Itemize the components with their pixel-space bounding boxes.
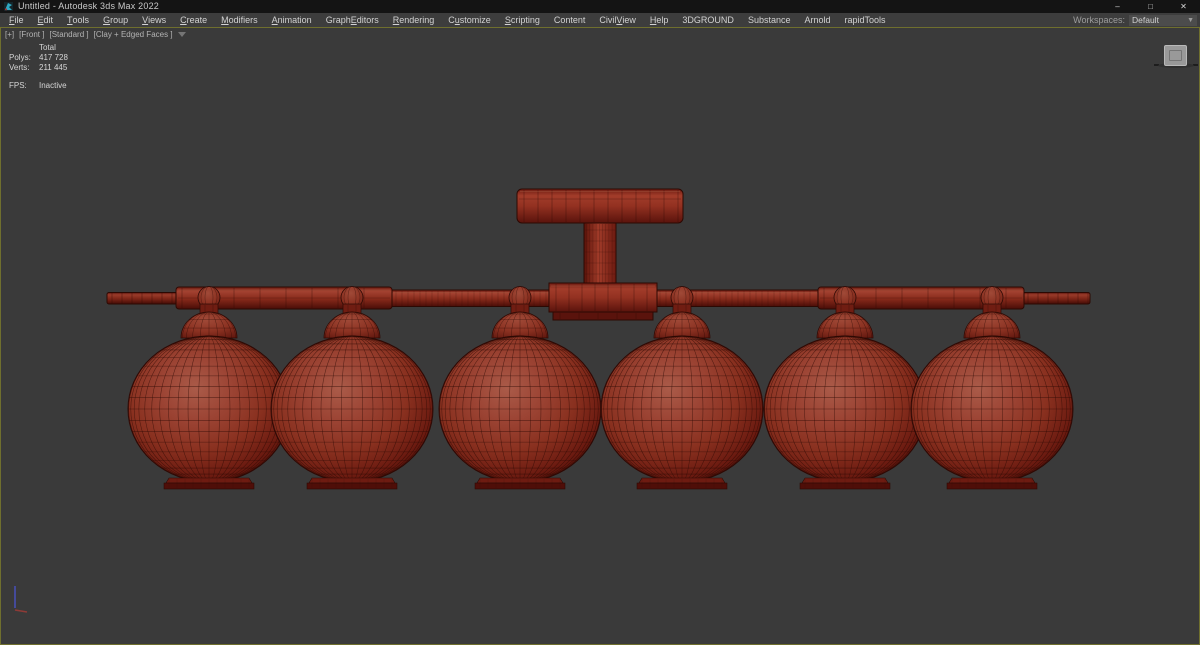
minimize-button[interactable]: – <box>1101 0 1134 13</box>
model-stem <box>583 222 617 286</box>
menu-views[interactable]: Views <box>135 13 173 27</box>
menu-help[interactable]: Help <box>643 13 676 27</box>
model-lamp-6[interactable] <box>910 286 1074 490</box>
workspaces-value: Default <box>1132 14 1159 25</box>
menu-edit[interactable]: Edit <box>31 13 61 27</box>
menu-rapidtools[interactable]: rapidTools <box>837 13 892 27</box>
3ds-max-logo-icon <box>4 2 13 11</box>
viewport-menu-general[interactable]: [+] <box>5 30 14 39</box>
stats-fps-label: FPS: <box>9 81 27 90</box>
stats-polys-label: Polys: <box>9 53 31 62</box>
model-lamp-2[interactable] <box>270 286 434 490</box>
stats-fps-value: Inactive <box>39 81 67 90</box>
menu-tools[interactable]: Tools <box>60 13 96 27</box>
window-title: Untitled - Autodesk 3ds Max 2022 <box>18 1 159 11</box>
model-lamp-5[interactable] <box>763 286 927 490</box>
workspaces-label: Workspaces: <box>1073 15 1125 25</box>
menu-file[interactable]: File <box>2 13 31 27</box>
stats-total-header: Total <box>39 43 56 52</box>
viewport-statistics: Total Polys: 417 728 Verts: 211 445 FPS: In… <box>9 43 68 91</box>
menu-substance[interactable]: Substance <box>741 13 798 27</box>
menu-arnold[interactable]: Arnold <box>797 13 837 27</box>
chevron-down-icon: ▼ <box>1187 16 1194 24</box>
menu-group[interactable]: Group <box>96 13 135 27</box>
model-lamp-1[interactable] <box>127 286 291 490</box>
viewcube-inner-face <box>1169 50 1182 61</box>
viewport-label: [+] [Front ] [Standard ] [Clay + Edged F… <box>5 30 186 39</box>
window-controls: – □ ✕ <box>1101 0 1200 13</box>
stats-verts-label: Verts: <box>9 63 30 72</box>
viewport-canvas[interactable] <box>1 28 1199 644</box>
viewport-filter-icon[interactable] <box>177 32 186 37</box>
workspaces-area: Workspaces: Default ▼ <box>1073 14 1200 26</box>
menu-modifiers[interactable]: Modifiers <box>214 13 265 27</box>
viewport-front[interactable]: [+] [Front ] [Standard ] [Clay + Edged F… <box>0 27 1200 645</box>
close-button[interactable]: ✕ <box>1167 0 1200 13</box>
menu-scripting[interactable]: Scripting <box>498 13 547 27</box>
menu-animation[interactable]: Animation <box>265 13 319 27</box>
menu-content[interactable]: Content <box>547 13 593 27</box>
menu-create[interactable]: Create <box>173 13 214 27</box>
model-collar-band <box>552 311 654 321</box>
model-collar <box>548 282 658 313</box>
stats-polys-value: 417 728 <box>39 53 68 62</box>
maximize-button[interactable]: □ <box>1134 0 1167 13</box>
workspaces-dropdown[interactable]: Default ▼ <box>1129 14 1197 26</box>
viewport-menu-pov[interactable]: [Front ] <box>19 30 44 39</box>
menu-rendering[interactable]: Rendering <box>386 13 442 27</box>
viewcube[interactable] <box>1154 42 1198 74</box>
viewport-menu-renderer[interactable]: [Standard ] <box>49 30 88 39</box>
world-axis-gizmo <box>14 586 28 613</box>
stats-verts-value: 211 445 <box>39 63 68 72</box>
menu-civil-view[interactable]: Civil View <box>592 13 643 27</box>
menu-3dground[interactable]: 3DGROUND <box>675 13 741 27</box>
menu-graph-editors[interactable]: Graph Editors <box>319 13 386 27</box>
menubar-items: File Edit Tools Group Views Create Modifiers An… <box>2 13 893 27</box>
menu-bar: File Edit Tools Group Views Create Modifiers An… <box>0 13 1200 28</box>
viewcube-front-face[interactable] <box>1164 45 1187 66</box>
menu-customize[interactable]: Cu stomize <box>441 13 498 27</box>
model-canopy <box>516 188 684 224</box>
viewport-menu-shading[interactable]: [Clay + Edged Faces ] <box>94 30 173 39</box>
title-bar: Untitled - Autodesk 3ds Max 2022 – □ ✕ <box>0 0 1200 13</box>
